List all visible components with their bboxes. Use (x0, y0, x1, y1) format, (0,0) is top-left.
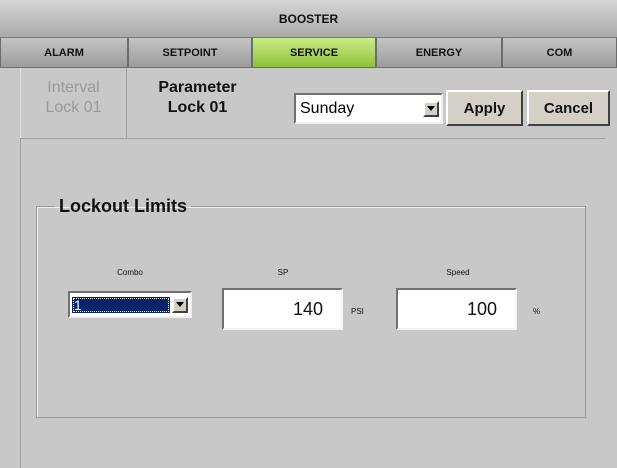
speed-unit: % (533, 307, 541, 316)
combo-select[interactable]: 1 (68, 291, 192, 318)
sp-label: SP (277, 268, 289, 277)
sp-unit: PSI (351, 307, 364, 316)
lockout-limits-title: Lockout Limits (59, 196, 188, 216)
tab-com-label: COM (546, 46, 573, 59)
title-bar: BOOSTER (0, 0, 617, 38)
app-title: BOOSTER (278, 11, 339, 26)
chevron-down-icon[interactable] (423, 100, 439, 117)
combo-select-value: 1 (72, 296, 170, 313)
speed-input[interactable]: 100 (396, 288, 517, 330)
day-select-value: Sunday (300, 99, 355, 117)
subtab-interval-line1: Interval (47, 79, 100, 96)
tab-service[interactable]: SERVICE (252, 38, 376, 68)
tab-energy-label: ENERGY (415, 46, 463, 59)
cancel-button-label: Cancel (543, 99, 594, 117)
day-select[interactable]: Sunday (294, 93, 443, 124)
speed-value: 100 (466, 298, 497, 319)
chevron-down-icon[interactable] (172, 296, 188, 313)
subtab-interval-line2: Lock 01 (45, 99, 102, 116)
combo-label: Combo (117, 268, 143, 277)
apply-button-label: Apply (463, 99, 506, 117)
cancel-button[interactable]: Cancel (527, 90, 610, 126)
sp-value: 140 (292, 298, 323, 319)
tab-alarm[interactable]: ALARM (0, 38, 128, 68)
subtab-parameter-line1: Parameter (158, 79, 237, 96)
tab-alarm-label: ALARM (44, 46, 84, 59)
subtab-interval-lock[interactable]: Interval Lock 01 (20, 68, 127, 138)
tab-com[interactable]: COM (502, 38, 617, 68)
sp-input[interactable]: 140 (222, 288, 343, 330)
apply-button[interactable]: Apply (446, 90, 523, 126)
subtab-parameter-lock[interactable]: Parameter Lock 01 (128, 68, 267, 138)
speed-label: Speed (446, 268, 470, 277)
tab-setpoint-label: SETPOINT (162, 46, 218, 59)
tab-energy[interactable]: ENERGY (376, 38, 502, 68)
tab-service-label: SERVICE (289, 46, 339, 59)
main-nav-tabs: ALARM SETPOINT SERVICE ENERGY COM (0, 38, 617, 68)
tab-setpoint[interactable]: SETPOINT (128, 38, 252, 68)
subtab-parameter-line2: Lock 01 (167, 99, 228, 116)
